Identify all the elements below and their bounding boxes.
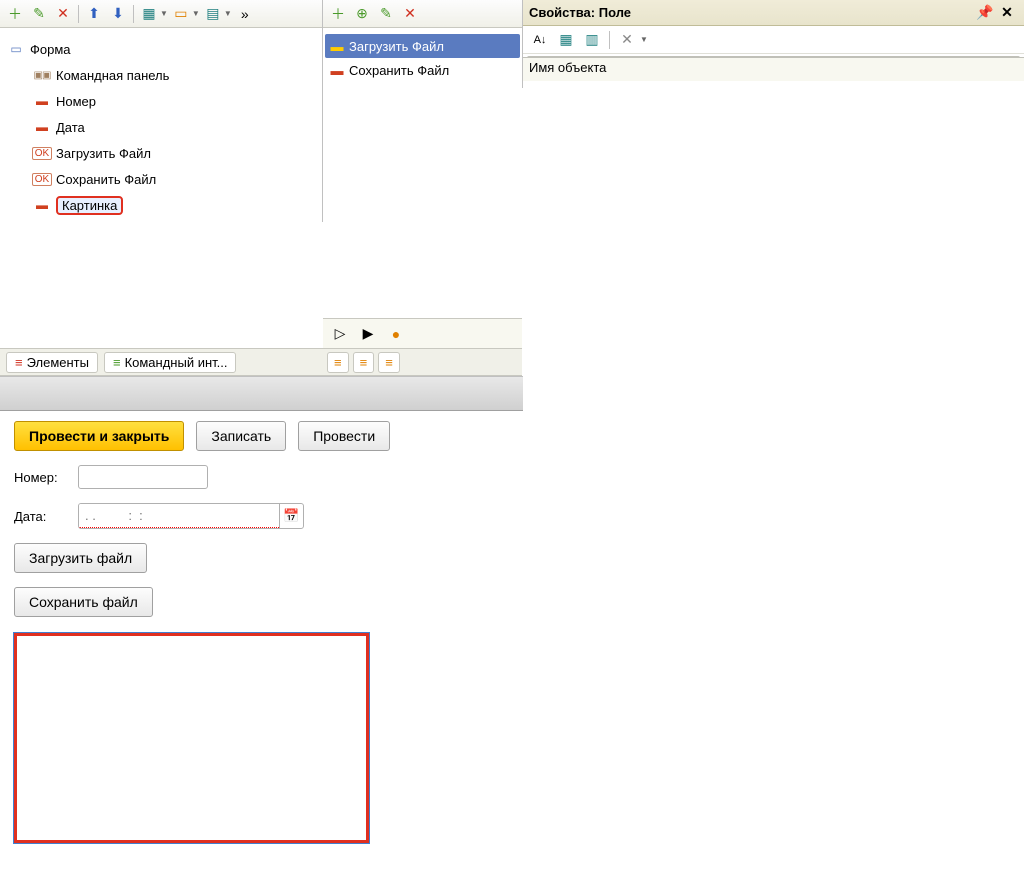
tree-item-label: Сохранить Файл [56, 172, 156, 187]
left-toolbar: ＋ ✎ ✕ ⬆ ⬇ ▦▼ ▭▼ ▤▼ » [0, 0, 322, 28]
calendar-icon[interactable]: 📅 [279, 504, 303, 528]
play2-icon[interactable]: ▶ [357, 323, 379, 345]
tab-label: Командный инт... [125, 355, 228, 370]
properties-title: Свойства: Поле [529, 5, 631, 20]
list-icon: ≡ [15, 355, 23, 370]
minus-icon: ▬ [32, 94, 52, 108]
number-input[interactable] [78, 465, 208, 489]
image-field[interactable] [14, 633, 369, 843]
left-tabs: ≡ Элементы ≡ Командный инт... [0, 348, 323, 376]
add-sub-icon[interactable]: ⊕ [351, 3, 373, 25]
pin-icon[interactable]: 📌 [974, 2, 996, 24]
tree-item-number[interactable]: ▬ Номер [4, 88, 318, 114]
list-icon: ≡ [113, 355, 121, 370]
form-icon: ▭ [6, 42, 26, 56]
delete-icon[interactable]: ✕ [52, 3, 74, 25]
mid-tab-3[interactable]: ≡ [378, 352, 400, 373]
add-icon[interactable]: ＋ [327, 3, 349, 25]
load-file-button[interactable]: Загрузить файл [14, 543, 147, 573]
close-icon[interactable]: ✕ [996, 2, 1018, 24]
date-input[interactable] [79, 504, 279, 528]
filter-icon[interactable]: ▥ [581, 29, 603, 51]
ok-icon: OK [32, 173, 52, 186]
minus-icon: ▬ [32, 120, 52, 134]
tab-icon: ≡ [385, 355, 393, 370]
properties-toolbar: A↓ ▦ ▥ ✕ ▼ [523, 26, 1024, 54]
tree-item-label: Дата [56, 120, 85, 135]
edit-icon[interactable]: ✎ [375, 3, 397, 25]
write-button[interactable]: Записать [196, 421, 286, 451]
cmd-item-save[interactable]: ▬ Сохранить Файл [325, 58, 520, 82]
tab-label: Элементы [27, 355, 89, 370]
tree-item-label: Номер [56, 94, 96, 109]
tab-icon: ≡ [334, 355, 342, 370]
tab-elements[interactable]: ≡ Элементы [6, 352, 98, 373]
cmd-item-label: Сохранить Файл [349, 63, 449, 78]
tree-item-date[interactable]: ▬ Дата [4, 114, 318, 140]
tree-root-label: Форма [30, 42, 71, 57]
tree-root[interactable]: ▭ Форма [4, 36, 318, 62]
tree-item-label: Загрузить Файл [56, 146, 151, 161]
footer-text: Имя объекта [529, 60, 606, 75]
tree-item-label: Командная панель [56, 68, 169, 83]
mid-tab-2[interactable]: ≡ [353, 352, 375, 373]
save-file-button[interactable]: Сохранить файл [14, 587, 153, 617]
move-up-icon[interactable]: ⬆ [83, 3, 105, 25]
add-icon[interactable]: ＋ [4, 3, 26, 25]
tree-item-save[interactable]: OK Сохранить Файл [4, 166, 318, 192]
post-and-close-button[interactable]: Провести и закрыть [14, 421, 184, 451]
post-button[interactable]: Провести [298, 421, 390, 451]
edit-icon[interactable]: ✎ [28, 3, 50, 25]
tab-cmd-interface[interactable]: ≡ Командный инт... [104, 352, 237, 373]
table-icon[interactable]: ▦ [138, 3, 160, 25]
tree-item-label: Картинка [56, 196, 123, 215]
more-icon[interactable]: » [234, 3, 256, 25]
preview-titlebar [0, 377, 523, 411]
number-label: Номер: [14, 470, 78, 485]
tab-icon: ≡ [360, 355, 368, 370]
mid-toolbar: ＋ ⊕ ✎ ✕ [323, 0, 522, 28]
clear-icon[interactable]: ✕ [616, 29, 638, 51]
categories-icon[interactable]: ▦ [555, 29, 577, 51]
delete-icon[interactable]: ✕ [399, 3, 421, 25]
minus-icon: ▬ [32, 198, 52, 212]
screen-icon[interactable]: ▭ [170, 3, 192, 25]
move-down-icon[interactable]: ⬇ [107, 3, 129, 25]
date-label: Дата: [14, 509, 78, 524]
tree-item-picture[interactable]: ▬ Картинка [4, 192, 318, 218]
play1-icon[interactable]: ▷ [329, 323, 351, 345]
properties-footer: Имя объекта [523, 57, 1024, 81]
minus-icon: ▬ [329, 63, 345, 78]
cmdpanel-icon: ▣▣ [32, 70, 52, 81]
tree-item-load[interactable]: OK Загрузить Файл [4, 140, 318, 166]
cmd-item-label: Загрузить Файл [349, 39, 444, 54]
layout-icon[interactable]: ▤ [202, 3, 224, 25]
ok-icon: OK [32, 147, 52, 160]
mid-bottom-toolbar: ▷ ▶ ● [323, 318, 522, 348]
tree-item-cmdpanel[interactable]: ▣▣ Командная панель [4, 62, 318, 88]
form-tree: ▭ Форма ▣▣ Командная панель ▬ Номер ▬ Да… [0, 28, 322, 222]
cmd-item-load[interactable]: ▬ Загрузить Файл [325, 34, 520, 58]
play3-icon[interactable]: ● [385, 323, 407, 345]
commands-tree: ▬ Загрузить Файл ▬ Сохранить Файл [323, 28, 522, 88]
minus-icon: ▬ [329, 39, 345, 54]
mid-tabs: ≡ ≡ ≡ [323, 348, 522, 376]
sort-az-icon[interactable]: A↓ [529, 29, 551, 51]
mid-tab-1[interactable]: ≡ [327, 352, 349, 373]
properties-title-bar: Свойства: Поле 📌 ✕ [523, 0, 1024, 26]
form-preview: Провести и закрыть Записать Провести Ном… [0, 376, 523, 889]
